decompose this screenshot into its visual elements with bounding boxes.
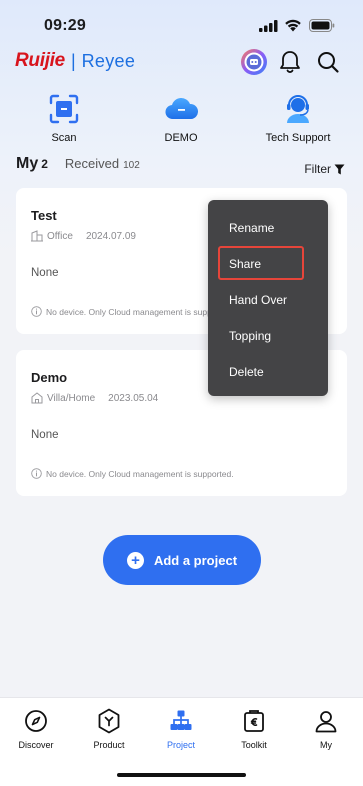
quick-action-scan[interactable]: Scan	[9, 92, 119, 144]
nav-item-project[interactable]: Project	[146, 708, 216, 750]
tab-my-label: My	[16, 155, 39, 172]
brand-reyee: Reyee	[81, 50, 136, 71]
menu-item-topping[interactable]: Topping	[229, 329, 271, 343]
person-icon	[315, 711, 337, 733]
brand-separator: |	[70, 50, 76, 71]
project-date: 2024.07.09	[85, 230, 136, 242]
project-date: 2023.05.04	[108, 392, 159, 404]
context-menu: Rename Share Hand Over Topping Delete	[208, 200, 328, 396]
nav-item-toolkit[interactable]: Toolkit	[219, 708, 289, 750]
quick-action-scan-label: Scan	[51, 132, 77, 144]
info-icon	[31, 306, 42, 317]
product-hex-icon	[98, 708, 120, 734]
project-type: Villa/Home	[47, 392, 96, 404]
quick-action-demo-label: DEMO	[164, 132, 198, 144]
tab-received-label: Received	[64, 156, 120, 171]
menu-item-hand-over[interactable]: Hand Over	[229, 293, 287, 307]
nav-label-toolkit: Toolkit	[241, 740, 267, 750]
plus-icon: +	[126, 551, 144, 569]
nav-item-discover[interactable]: Discover	[1, 708, 71, 750]
project-tree-icon	[170, 710, 192, 730]
tab-received[interactable]: Received 102	[65, 156, 140, 171]
nav-label-my: My	[320, 740, 332, 750]
tab-my[interactable]: My 2	[16, 155, 48, 173]
project-info-text: No device. Only Cloud management is supp…	[46, 306, 234, 317]
add-project-label: Add a project	[153, 552, 238, 568]
nav-item-my[interactable]: My	[291, 708, 361, 750]
nav-label-project: Project	[166, 740, 195, 750]
menu-item-share[interactable]: Share	[229, 257, 261, 271]
tab-received-count: 102	[123, 160, 140, 171]
bell-icon[interactable]	[276, 48, 304, 76]
project-tabs: My 2 Received 102	[16, 155, 140, 173]
office-building-icon	[31, 230, 43, 242]
add-project-button[interactable]: + Add a project	[103, 535, 261, 585]
project-type: Office	[47, 230, 73, 242]
wifi-icon	[285, 19, 301, 32]
support-agent-icon	[287, 95, 309, 123]
quick-action-demo[interactable]: DEMO	[126, 92, 236, 144]
project-name: Test	[31, 208, 57, 223]
info-icon	[31, 468, 42, 479]
home-indicator	[117, 773, 246, 777]
cellular-signal-icon	[259, 20, 278, 32]
nav-item-product[interactable]: Product	[74, 708, 144, 750]
battery-icon	[309, 19, 335, 32]
project-devices: None	[31, 429, 59, 441]
filter-icon	[334, 164, 345, 174]
brand-logo: Ruijie | Reyee	[15, 50, 135, 72]
tab-my-count: 2	[41, 157, 48, 171]
search-icon[interactable]	[314, 48, 342, 76]
project-meta: Office 2024.07.09	[31, 230, 136, 242]
project-info: No device. Only Cloud management is supp…	[31, 306, 234, 317]
cloud-icon	[165, 98, 198, 120]
status-time: 09:29	[44, 17, 86, 34]
menu-item-rename[interactable]: Rename	[229, 221, 274, 235]
project-devices: None	[31, 267, 59, 279]
house-icon	[31, 392, 43, 404]
quick-action-tech-support-label: Tech Support	[265, 132, 331, 144]
filter-label: Filter	[304, 162, 331, 176]
nav-label-discover: Discover	[18, 740, 54, 750]
avatar-badge-icon[interactable]	[240, 48, 268, 76]
project-meta: Villa/Home 2023.05.04	[31, 392, 158, 404]
menu-item-delete[interactable]: Delete	[229, 365, 264, 379]
scan-icon	[49, 94, 79, 124]
compass-icon	[25, 710, 47, 732]
project-info-text: No device. Only Cloud management is supp…	[46, 468, 234, 479]
status-bar: 09:29	[0, 0, 363, 48]
brand-ruijie: Ruijie	[15, 50, 65, 71]
toolkit-icon	[244, 710, 264, 732]
project-name: Demo	[31, 370, 68, 385]
quick-action-tech-support[interactable]: Tech Support	[243, 92, 353, 144]
filter-button[interactable]: Filter	[304, 162, 345, 176]
nav-label-product: Product	[93, 740, 125, 750]
project-info: No device. Only Cloud management is supp…	[31, 468, 234, 479]
